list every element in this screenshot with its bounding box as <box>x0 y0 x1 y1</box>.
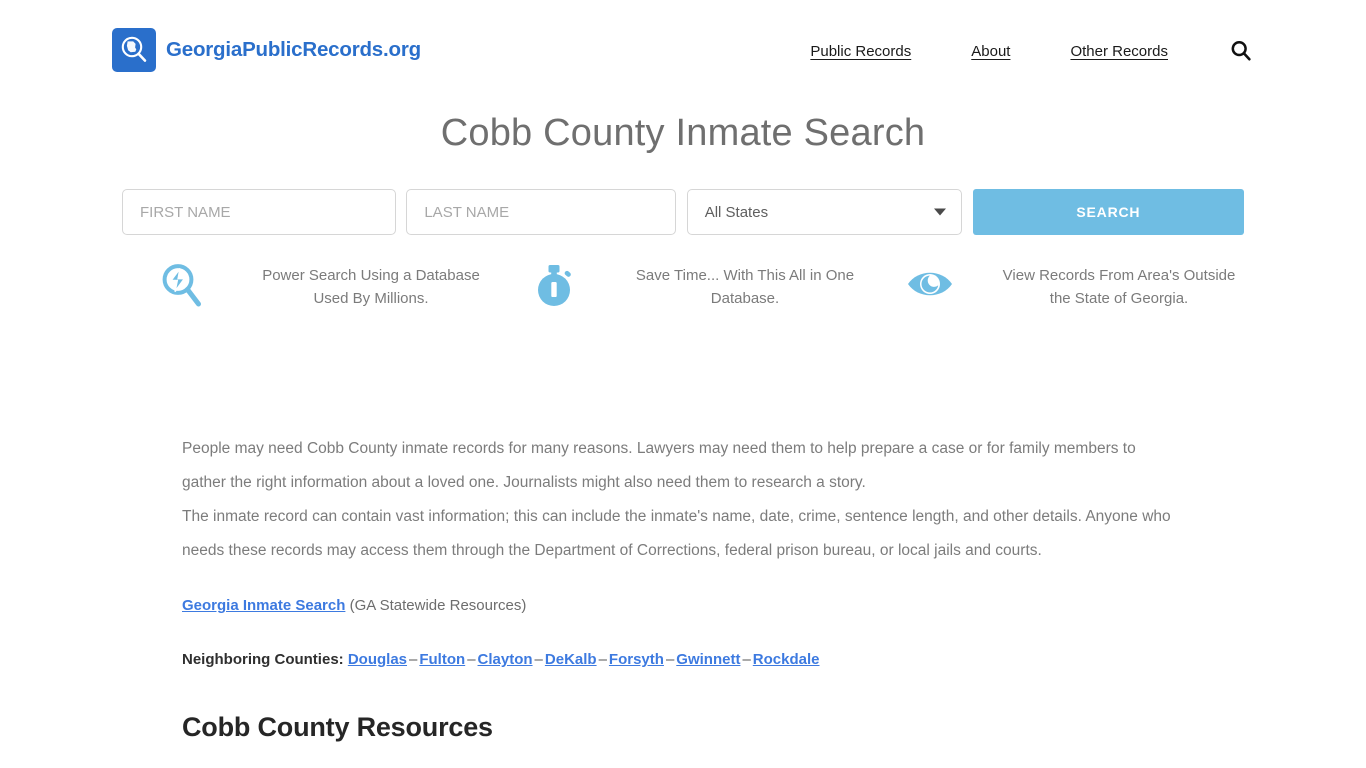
statewide-resources-line: Georgia Inmate Search (GA Statewide Reso… <box>182 590 1182 622</box>
county-link-dekalb[interactable]: DeKalb <box>545 651 597 668</box>
nav-item-about[interactable]: About <box>941 43 1040 60</box>
search-submit-button[interactable]: SEARCH <box>972 189 1244 235</box>
state-select[interactable]: All States <box>686 189 962 235</box>
paragraph-intro: People may need Cobb County inmate recor… <box>182 440 1136 492</box>
main-navigation: Public Records About Other Records <box>780 38 1254 64</box>
first-name-input[interactable] <box>122 189 397 235</box>
state-select-wrapper: All States <box>686 189 962 235</box>
county-link-forsyth[interactable]: Forsyth <box>609 651 664 668</box>
section-heading-resources: Cobb County Resources <box>182 712 493 742</box>
nav-item-public-records[interactable]: Public Records <box>780 43 941 60</box>
site-header: GeorgiaPublicRecords.org Public Records … <box>0 0 1366 100</box>
feature-list: Power Search Using a Database Used By Mi… <box>122 255 1244 311</box>
georgia-inmate-search-link[interactable]: Georgia Inmate Search <box>182 597 345 614</box>
feature-item-power-search: Power Search Using a Database Used By Mi… <box>122 255 496 311</box>
county-link-douglas[interactable]: Douglas <box>348 651 407 668</box>
neighboring-counties-line: Neighboring Counties: Douglas – Fulton – Cla… <box>182 644 1182 676</box>
paragraph-record-details: The inmate record can contain vast infor… <box>182 508 1171 560</box>
brand-logo-link[interactable]: GeorgiaPublicRecords.org <box>112 28 421 72</box>
inmate-search-form: All States SEARCH <box>122 189 1244 235</box>
feature-text-view-records: View Records From Area's Outside the Sta… <box>1002 267 1236 307</box>
page-title: Cobb County Inmate Search <box>440 112 926 154</box>
county-link-fulton[interactable]: Fulton <box>419 651 465 668</box>
last-name-input[interactable] <box>406 189 676 235</box>
page-root: GeorgiaPublicRecords.org Public Records … <box>0 0 1366 768</box>
brand-name: GeorgiaPublicRecords.org <box>166 38 421 61</box>
eye-icon <box>870 255 990 307</box>
county-link-rockdale[interactable]: Rockdale <box>753 651 820 668</box>
article-content: People may need Cobb County inmate recor… <box>182 432 1182 675</box>
separator-1: – <box>409 650 418 668</box>
separator-6: – <box>742 650 751 668</box>
feature-text-power-search: Power Search Using a Database Used By Mi… <box>262 267 480 307</box>
county-link-clayton[interactable]: Clayton <box>478 651 533 668</box>
search-icon[interactable] <box>1228 38 1254 64</box>
separator-5: – <box>665 650 675 668</box>
feature-item-save-time: Save Time... With This All in One Databa… <box>496 255 870 311</box>
georgia-magnifier-logo-icon <box>112 28 156 72</box>
power-search-magnifier-icon <box>122 255 242 311</box>
separator-3: – <box>534 650 543 668</box>
feature-text-save-time: Save Time... With This All in One Databa… <box>635 267 855 307</box>
feature-item-view-records: View Records From Area's Outside the Sta… <box>870 255 1244 311</box>
neighboring-counties-label: Neighboring Counties: <box>182 650 348 668</box>
separator-4: – <box>598 650 607 668</box>
nav-item-other-records[interactable]: Other Records <box>1040 43 1198 60</box>
state-select-value: All States <box>704 203 769 221</box>
statewide-suffix: (GA Statewide Resources) <box>345 597 527 615</box>
county-link-gwinnett[interactable]: Gwinnett <box>676 651 740 668</box>
stopwatch-icon <box>496 255 616 311</box>
separator-2: – <box>467 650 476 668</box>
